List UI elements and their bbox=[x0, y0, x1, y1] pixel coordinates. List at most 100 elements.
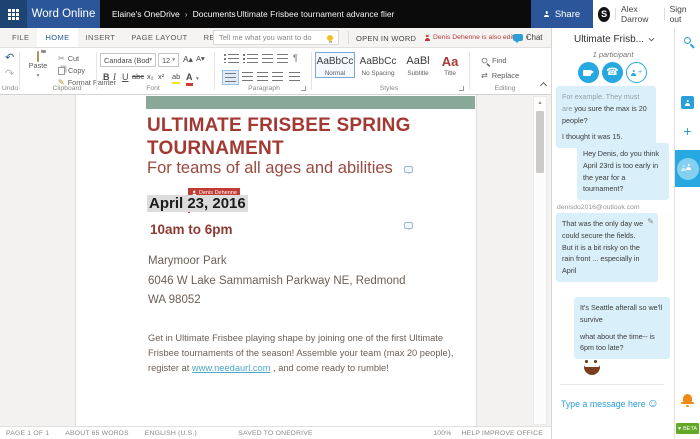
status-page: PAGE 1 OF 1 bbox=[6, 429, 50, 437]
chat-message-input[interactable]: Type a message here bbox=[561, 399, 646, 409]
flier-body-link[interactable]: www.needaurl.com bbox=[192, 363, 271, 373]
share-button[interactable]: Share bbox=[531, 0, 593, 28]
style-no-spacing[interactable]: AaBbCc No Spacing bbox=[357, 52, 399, 78]
undo-button[interactable]: ↶ bbox=[5, 53, 14, 64]
subscript-button[interactable]: x₂ bbox=[147, 73, 154, 81]
paste-button[interactable]: Paste ▾ bbox=[22, 51, 54, 79]
increase-indent-button[interactable] bbox=[277, 54, 288, 63]
status-zoom[interactable]: 100% bbox=[433, 430, 451, 437]
numbered-list-button[interactable] bbox=[243, 54, 258, 63]
styles-dialog-launcher-icon[interactable] bbox=[459, 86, 464, 91]
message-text: you sure the max is 20 people? bbox=[562, 103, 647, 125]
status-language[interactable]: ENGLISH (U.S.) bbox=[145, 430, 197, 437]
tab-page-layout[interactable]: PAGE LAYOUT bbox=[123, 33, 195, 42]
list-lines-icon bbox=[247, 54, 258, 63]
style-preview: AaBbCc bbox=[316, 56, 354, 67]
chat-toggle-button[interactable]: Chat bbox=[513, 33, 543, 43]
comment-bubble-icon[interactable] bbox=[404, 166, 413, 174]
app-title[interactable]: Word Online bbox=[27, 0, 100, 28]
scrollbar-thumb[interactable] bbox=[536, 111, 544, 173]
user-name[interactable]: Alex Darrow bbox=[621, 4, 659, 24]
style-name: Normal bbox=[324, 70, 346, 77]
underline-button[interactable]: U bbox=[122, 73, 129, 82]
grow-font-button[interactable]: A▴ bbox=[183, 55, 193, 64]
message-text: what about the time-- is 6pm too late? bbox=[580, 331, 655, 353]
bold-button[interactable]: B bbox=[103, 73, 110, 82]
find-button[interactable]: Find bbox=[481, 56, 507, 65]
bullet-list-button[interactable] bbox=[224, 54, 239, 63]
document-title[interactable]: Ultimate Frisbee tournament advance flie… bbox=[100, 9, 531, 19]
copy-button[interactable]: Copy bbox=[58, 66, 85, 75]
search-icon bbox=[684, 37, 691, 44]
tab-file[interactable]: FILE bbox=[4, 33, 37, 42]
message-text: That was the only day we could secure th… bbox=[562, 219, 644, 276]
open-in-word-button[interactable]: OPEN IN WORD bbox=[356, 34, 416, 43]
search-button[interactable] bbox=[675, 37, 700, 44]
strikethrough-button[interactable]: abc bbox=[132, 73, 144, 81]
beta-badge[interactable]: ♥ BETA bbox=[676, 423, 699, 434]
pilcrow-button[interactable]: ¶ bbox=[293, 54, 298, 63]
shrink-font-button[interactable]: A▾ bbox=[196, 55, 205, 63]
font-name-select[interactable]: Candara (Body) ▾ bbox=[100, 53, 156, 67]
superscript-button[interactable]: x² bbox=[158, 73, 164, 81]
paste-label: Paste bbox=[28, 61, 48, 70]
chat-conversation-title[interactable]: Ultimate Frisb... bbox=[552, 34, 674, 45]
justify-icon bbox=[272, 72, 283, 81]
align-left-button[interactable] bbox=[222, 70, 239, 85]
scroll-up-icon[interactable]: ▲ bbox=[534, 97, 546, 109]
video-call-button[interactable] bbox=[578, 62, 599, 83]
chevron-down-icon bbox=[648, 35, 655, 42]
new-conversation-button[interactable]: + bbox=[675, 124, 700, 138]
font-size-value: 12 bbox=[162, 55, 171, 65]
align-right-button[interactable] bbox=[257, 72, 268, 81]
sign-out-link[interactable]: Sign out bbox=[670, 4, 695, 24]
comment-bubble-icon[interactable] bbox=[404, 222, 413, 230]
add-participant-button[interactable]: + bbox=[626, 62, 647, 83]
skype-icon[interactable]: S bbox=[598, 6, 611, 22]
line-spacing-button[interactable] bbox=[289, 72, 300, 81]
skype-rail: + ♥ BETA bbox=[674, 28, 700, 439]
align-center-button[interactable] bbox=[242, 72, 253, 81]
document-page[interactable]: ULTIMATE FRISBEE SPRING TOURNAMENT For t… bbox=[75, 95, 477, 426]
paragraph-dialog-launcher-icon[interactable] bbox=[301, 86, 306, 91]
style-subtitle[interactable]: AaBl Subtitle bbox=[401, 52, 435, 78]
chevron-down-icon: ▾ bbox=[149, 57, 152, 63]
style-title[interactable]: Aa Title bbox=[437, 52, 463, 78]
edit-message-pencil-icon[interactable]: ✎ bbox=[647, 216, 654, 228]
cut-button[interactable]: ✂ Cut bbox=[58, 54, 79, 63]
status-help-improve[interactable]: HELP IMPROVE OFFICE bbox=[462, 430, 543, 437]
font-color-button[interactable]: A bbox=[186, 73, 193, 86]
find-label: Find bbox=[492, 56, 507, 65]
highlight-button[interactable]: ab bbox=[172, 73, 181, 84]
status-bar: PAGE 1 OF 1 ABOUT 65 WORDS ENGLISH (U.S.… bbox=[0, 426, 551, 439]
chat-toggle-label: Chat bbox=[526, 33, 543, 42]
active-chat-tab[interactable] bbox=[675, 150, 700, 187]
status-word-count[interactable]: ABOUT 65 WORDS bbox=[65, 430, 128, 437]
document-scrollbar[interactable]: ▲ bbox=[533, 96, 547, 425]
tell-me-input[interactable]: Tell me what you want to do bbox=[213, 30, 339, 45]
flier-subtitle: For teams of all ages and abilities bbox=[147, 159, 393, 177]
voice-call-button[interactable]: ☎ bbox=[602, 62, 623, 83]
clipboard-icon bbox=[37, 51, 39, 62]
chat-title-label: Ultimate Frisb... bbox=[573, 34, 644, 45]
divider bbox=[311, 52, 312, 90]
align-left-icon bbox=[225, 73, 236, 82]
divider bbox=[560, 384, 664, 385]
justify-button[interactable] bbox=[272, 72, 283, 81]
font-size-select[interactable]: 12 ▾ bbox=[158, 53, 179, 67]
chat-sender-label: denisdo2016@outlook.com bbox=[557, 204, 640, 211]
flier-body-text: , and come ready to rumble! bbox=[270, 363, 389, 373]
contacts-button[interactable] bbox=[675, 96, 700, 109]
tab-insert[interactable]: INSERT bbox=[78, 33, 124, 42]
flier-address-line2: WA 98052 bbox=[148, 294, 201, 306]
collapse-ribbon-icon[interactable] bbox=[539, 81, 548, 90]
app-launcher-button[interactable] bbox=[0, 0, 27, 28]
decrease-indent-button[interactable] bbox=[262, 54, 273, 63]
redo-button[interactable]: ↷ bbox=[5, 69, 14, 80]
style-normal[interactable]: AaBbCc Normal bbox=[315, 52, 355, 78]
notifications-button[interactable] bbox=[675, 394, 700, 407]
emoticon-picker-icon[interactable]: ☺ bbox=[647, 397, 659, 409]
tab-home[interactable]: HOME bbox=[37, 28, 78, 47]
replace-button[interactable]: ⇄ Replace bbox=[481, 71, 519, 80]
italic-button[interactable]: I bbox=[113, 73, 116, 82]
